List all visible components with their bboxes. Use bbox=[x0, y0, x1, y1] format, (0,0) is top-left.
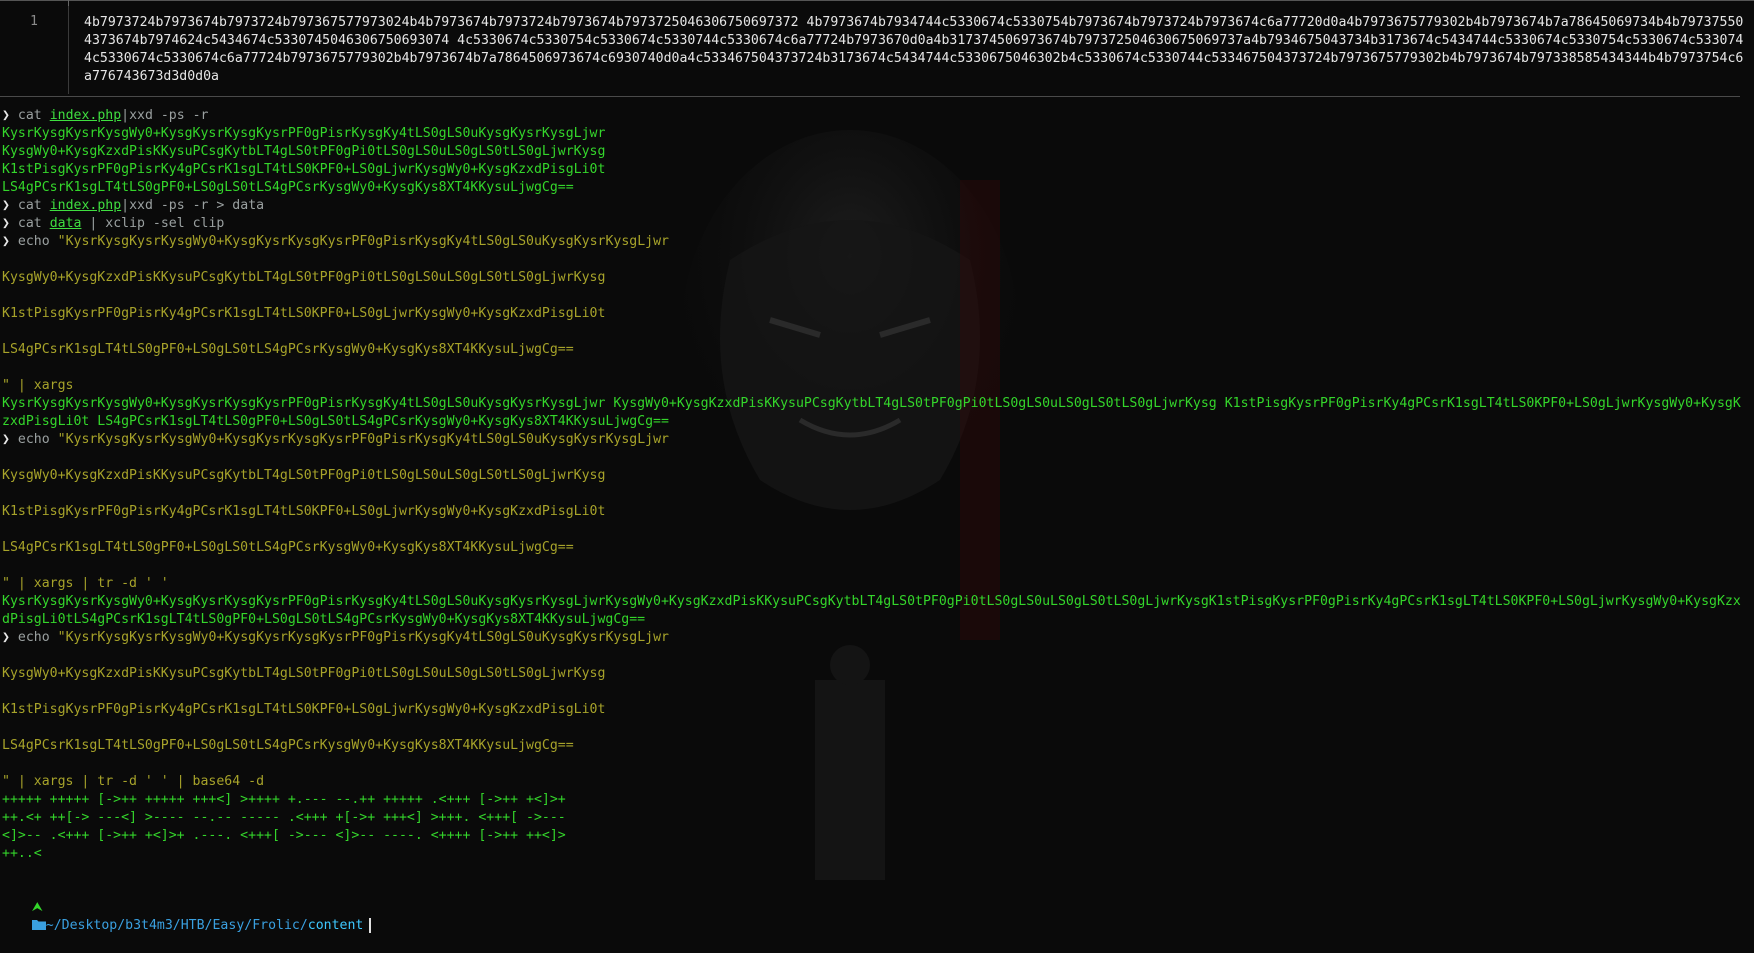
command-line: ❯ echo "KysrKysgKysrKysgWy0+KysgKysrKysg… bbox=[2, 629, 669, 647]
echo-string: "KysrKysgKysrKysgWy0+KysgKysrKysgKysrPF0… bbox=[57, 630, 669, 645]
command-line: ❯ echo "KysrKysgKysrKysgWy0+KysgKysrKysg… bbox=[2, 431, 669, 449]
output-line: KysgWy0+KysgKzxdPisKKysuPCsgKytbLT4gLS0t… bbox=[2, 144, 606, 159]
file-argument[interactable]: index.php bbox=[50, 198, 121, 213]
pipe-tail: " | xargs | tr -d ' ' | base64 -d bbox=[2, 774, 265, 789]
prompt-arrow-icon: ⮝ bbox=[31, 900, 43, 915]
brainfuck-output: <]>-- .<+++ [->++ +<]>+ .---. <+++[ ->--… bbox=[2, 828, 566, 843]
brainfuck-output: ++.<+ ++[-> ---<] >---- --.-- ----- .<++… bbox=[2, 810, 566, 825]
command-name: echo bbox=[17, 432, 50, 447]
command-line: ❯ echo "KysrKysgKysrKysgWy0+KysgKysrKysg… bbox=[2, 233, 669, 251]
echo-string: LS4gPCsrK1sgLT4tLS0gPF0+LS0gLS0tLS4gPCsr… bbox=[2, 738, 574, 753]
command-rest: |xxd -ps -r > data bbox=[121, 198, 265, 213]
command-tail: " | xargs | tr -d ' ' bbox=[2, 575, 169, 593]
terminal-window[interactable]: 1 4b7973724b7973674b7973724b797367577973… bbox=[0, 0, 1754, 933]
echo-string: K1stPisgKysrPF0gPisrKy4gPCsrK1sgLT4tLS0K… bbox=[2, 702, 606, 717]
output-block: KysrKysgKysrKysgWy0+KysgKysrKysgKysrPF0g… bbox=[2, 594, 1741, 627]
echo-string: K1stPisgKysrPF0gPisrKy4gPCsrK1sgLT4tLS0K… bbox=[2, 504, 606, 519]
command-line: ❯ cat data | xclip -sel clip bbox=[2, 215, 224, 233]
brainfuck-output: +++++ +++++ [->++ +++++ +++<] >++++ +.--… bbox=[2, 792, 566, 807]
echo-string: KysgWy0+KysgKzxdPisKKysuPCsgKytbLT4gLS0t… bbox=[2, 666, 606, 681]
echo-string: "KysrKysgKysrKysgWy0+KysgKysrKysgKysrPF0… bbox=[57, 432, 669, 447]
viewer-bottom-border bbox=[0, 96, 1740, 97]
cwd-path: ~/Desktop/b3t4m3/HTB/Easy/Frolic/ bbox=[45, 918, 308, 933]
echo-string: K1stPisgKysrPF0gPisrKy4gPCsrK1sgLT4tLS0K… bbox=[2, 306, 606, 321]
echo-string: LS4gPCsrK1sgLT4tLS0gPF0+LS0gLS0tLS4gPCsr… bbox=[2, 342, 574, 357]
command-line: ❯ cat index.php|xxd -ps -r > data bbox=[2, 197, 264, 215]
line-number: 1 bbox=[30, 14, 38, 29]
prompt-char: ❯ bbox=[2, 198, 10, 213]
prompt-char: ❯ bbox=[2, 432, 10, 447]
command-rest: |xxd -ps -r bbox=[121, 108, 209, 123]
folder-icon bbox=[31, 918, 46, 933]
command-name: echo bbox=[17, 630, 50, 645]
command-line: ❯ cat index.php|xxd -ps -r bbox=[2, 107, 209, 125]
output-line: LS4gPCsrK1sgLT4tLS0gPF0+LS0gLS0tLS4gPCsr… bbox=[2, 180, 574, 195]
text-cursor[interactable] bbox=[369, 917, 372, 933]
file-argument[interactable]: index.php bbox=[50, 108, 121, 123]
output-block: KysrKysgKysrKysgWy0+KysgKysrKysgKysrPF0g… bbox=[2, 396, 1741, 429]
command-tail: " | xargs | tr -d ' ' | base64 -d bbox=[2, 773, 264, 791]
output-line: KysrKysgKysrKysgWy0+KysgKysrKysgKysrPF0g… bbox=[2, 126, 606, 141]
command-name: cat bbox=[17, 198, 42, 213]
command-name: cat bbox=[17, 108, 42, 123]
command-name: cat bbox=[17, 216, 42, 231]
file-viewer-pane: 1 4b7973724b7973674b7973724b797367577973… bbox=[0, 0, 1754, 97]
echo-string: "KysrKysgKysrKysgWy0+KysgKysrKysgKysrPF0… bbox=[57, 234, 669, 249]
echo-string: KysgWy0+KysgKzxdPisKKysuPCsgKytbLT4gLS0t… bbox=[2, 468, 606, 483]
file-argument[interactable]: data bbox=[50, 216, 82, 231]
prompt-char: ❯ bbox=[2, 108, 10, 123]
brainfuck-output: ++..< bbox=[2, 846, 42, 861]
pipe-tail: " | xargs | tr -d ' ' bbox=[2, 576, 169, 591]
echo-string: LS4gPCsrK1sgLT4tLS0gPF0+LS0gLS0tLS4gPCsr… bbox=[2, 540, 574, 555]
command-rest: | xclip -sel clip bbox=[81, 216, 225, 231]
output-line: K1stPisgKysrPF0gPisrKy4gPCsrK1sgLT4tLS0K… bbox=[2, 162, 606, 177]
prompt-char: ❯ bbox=[2, 216, 10, 231]
command-name: echo bbox=[17, 234, 50, 249]
pipe-tail: " | xargs bbox=[2, 378, 74, 393]
viewer-top-border bbox=[0, 0, 1754, 6]
cwd-leaf: content bbox=[307, 918, 364, 933]
echo-string: KysgWy0+KysgKzxdPisKKysuPCsgKytbLT4gLS0t… bbox=[2, 270, 606, 285]
prompt-char: ❯ bbox=[2, 630, 10, 645]
hex-content: 4b7973724b7973674b7973724b79736757797302… bbox=[84, 15, 1744, 84]
current-prompt[interactable]: ⮝ ~/Desktop/b3t4m3/HTB/Easy/Frolic/conte… bbox=[0, 881, 372, 933]
command-tail: " | xargs bbox=[2, 377, 73, 395]
prompt-char: ❯ bbox=[2, 234, 10, 249]
